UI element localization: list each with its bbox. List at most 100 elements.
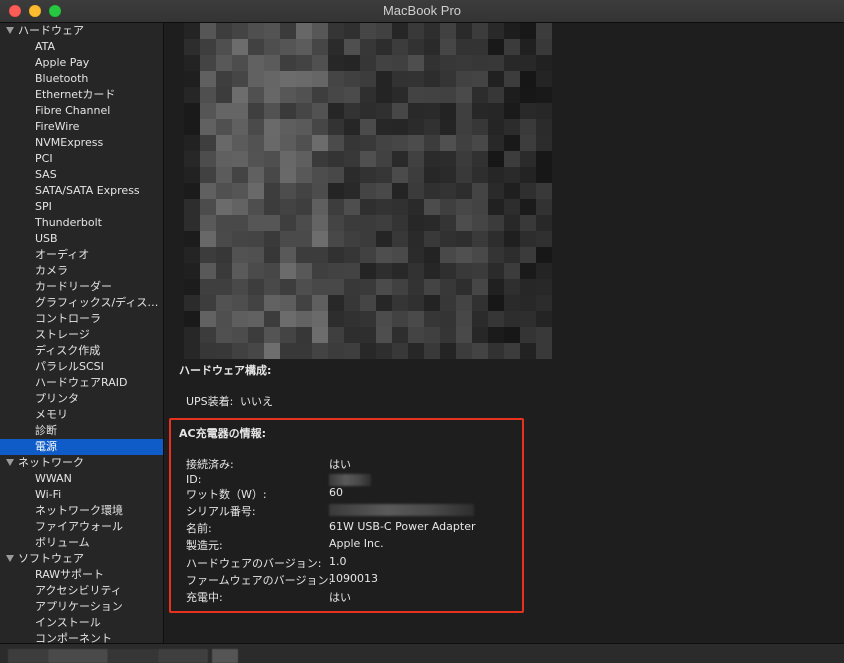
mosaic-cell — [504, 215, 520, 231]
mosaic-cell — [216, 167, 232, 183]
sidebar-item-disc-burning[interactable]: ディスク作成 — [0, 343, 163, 359]
sidebar-item-apple-pay[interactable]: Apple Pay — [0, 55, 163, 71]
sidebar-item-graphics-displays[interactable]: グラフィックス/ディス… — [0, 295, 163, 311]
mosaic-cell — [392, 295, 408, 311]
sidebar-item-firewire[interactable]: FireWire — [0, 119, 163, 135]
sidebar-item-audio[interactable]: オーディオ — [0, 247, 163, 263]
mosaic-cell — [408, 311, 424, 327]
detail-pane[interactable]: ハードウェア構成: UPS装着: いいえ AC充電器の情報: 接続済み: はい … — [164, 23, 844, 643]
pixelated-redacted-region — [184, 23, 552, 359]
mosaic-cell — [376, 343, 392, 359]
mosaic-cell — [264, 183, 280, 199]
mosaic-cell — [312, 23, 328, 39]
sidebar-item-pci[interactable]: PCI — [0, 151, 163, 167]
sidebar-item-locations[interactable]: ネットワーク環境 — [0, 503, 163, 519]
sidebar-item-ata[interactable]: ATA — [0, 39, 163, 55]
name-value: 61W USB-C Power Adapter — [329, 520, 476, 533]
mosaic-cell — [408, 215, 424, 231]
mosaic-cell — [440, 279, 456, 295]
mosaic-cell — [248, 23, 264, 39]
sidebar-item-wwan[interactable]: WWAN — [0, 471, 163, 487]
mosaic-cell — [248, 183, 264, 199]
sidebar-item-nvmexpress[interactable]: NVMExpress — [0, 135, 163, 151]
sidebar-item-applications[interactable]: アプリケーション — [0, 599, 163, 615]
sidebar-item-components[interactable]: コンポーネント — [0, 631, 163, 643]
mosaic-cell — [392, 199, 408, 215]
mosaic-cell — [248, 151, 264, 167]
sidebar-item-spi[interactable]: SPI — [0, 199, 163, 215]
mosaic-cell — [360, 135, 376, 151]
sidebar-item-fibre-channel[interactable]: Fibre Channel — [0, 103, 163, 119]
disclosure-triangle-icon[interactable] — [6, 458, 14, 466]
sidebar-group-software[interactable]: ソフトウェア — [0, 551, 163, 567]
disclosure-triangle-icon[interactable] — [6, 26, 14, 34]
mosaic-cell — [344, 311, 360, 327]
sidebar-item-raw-support[interactable]: RAWサポート — [0, 567, 163, 583]
mosaic-cell — [296, 247, 312, 263]
mosaic-cell — [504, 167, 520, 183]
mosaic-cell — [520, 39, 536, 55]
mosaic-cell — [472, 151, 488, 167]
mosaic-cell — [328, 311, 344, 327]
sidebar-item-bluetooth[interactable]: Bluetooth — [0, 71, 163, 87]
sidebar-item-volumes[interactable]: ボリューム — [0, 535, 163, 551]
mosaic-cell — [328, 295, 344, 311]
sidebar-item-diagnostics[interactable]: 診断 — [0, 423, 163, 439]
mosaic-cell — [232, 39, 248, 55]
disclosure-triangle-icon[interactable] — [6, 554, 14, 562]
sidebar-item-wifi[interactable]: Wi-Fi — [0, 487, 163, 503]
mosaic-cell — [344, 199, 360, 215]
wattage-label: ワット数（W）: — [186, 488, 267, 501]
mosaic-cell — [312, 279, 328, 295]
mosaic-cell — [456, 23, 472, 39]
mosaic-cell — [312, 87, 328, 103]
mosaic-cell — [312, 215, 328, 231]
mosaic-cell — [232, 87, 248, 103]
mosaic-cell — [504, 103, 520, 119]
mosaic-cell — [248, 215, 264, 231]
mosaic-cell — [536, 71, 552, 87]
sidebar-group-network[interactable]: ネットワーク — [0, 455, 163, 471]
mosaic-cell — [440, 151, 456, 167]
mosaic-cell — [328, 103, 344, 119]
mosaic-cell — [376, 327, 392, 343]
mosaic-cell — [408, 151, 424, 167]
mosaic-cell — [520, 247, 536, 263]
sidebar-item-sas[interactable]: SAS — [0, 167, 163, 183]
mosaic-cell — [264, 23, 280, 39]
sidebar-item-power[interactable]: 電源 — [0, 439, 163, 455]
sidebar-item-memory[interactable]: メモリ — [0, 407, 163, 423]
sidebar[interactable]: ハードウェア ATA Apple Pay Bluetooth Ethernetカ… — [0, 23, 164, 643]
sidebar-item-accessibility[interactable]: アクセシビリティ — [0, 583, 163, 599]
sidebar-item-installations[interactable]: インストール — [0, 615, 163, 631]
mosaic-cell — [504, 135, 520, 151]
status-bar-redacted-4 — [158, 649, 208, 663]
sidebar-item-sata[interactable]: SATA/SATA Express — [0, 183, 163, 199]
mosaic-cell — [472, 119, 488, 135]
sidebar-item-ethernet[interactable]: Ethernetカード — [0, 87, 163, 103]
mosaic-cell — [296, 135, 312, 151]
sidebar-item-controller[interactable]: コントローラ — [0, 311, 163, 327]
sidebar-item-camera[interactable]: カメラ — [0, 263, 163, 279]
mosaic-cell — [264, 231, 280, 247]
sidebar-item-thunderbolt[interactable]: Thunderbolt — [0, 215, 163, 231]
mosaic-cell — [184, 295, 200, 311]
sidebar-item-printers[interactable]: プリンタ — [0, 391, 163, 407]
mosaic-cell — [232, 103, 248, 119]
sidebar-item-parallel-scsi[interactable]: パラレルSCSI — [0, 359, 163, 375]
sidebar-item-firewall[interactable]: ファイアウォール — [0, 519, 163, 535]
mosaic-cell — [216, 55, 232, 71]
sidebar-item-usb[interactable]: USB — [0, 231, 163, 247]
mosaic-cell — [536, 311, 552, 327]
firmware-version-label: ファームウェアのバージョン: — [186, 574, 333, 587]
mosaic-cell — [376, 23, 392, 39]
sidebar-item-hardware-raid[interactable]: ハードウェアRAID — [0, 375, 163, 391]
sidebar-item-storage[interactable]: ストレージ — [0, 327, 163, 343]
sidebar-item-card-reader[interactable]: カードリーダー — [0, 279, 163, 295]
mosaic-cell — [488, 279, 504, 295]
sidebar-group-hardware[interactable]: ハードウェア — [0, 23, 163, 39]
title-bar[interactable]: MacBook Pro — [0, 0, 844, 23]
charging-label: 充電中: — [186, 591, 223, 604]
mosaic-cell — [344, 167, 360, 183]
mosaic-cell — [280, 231, 296, 247]
